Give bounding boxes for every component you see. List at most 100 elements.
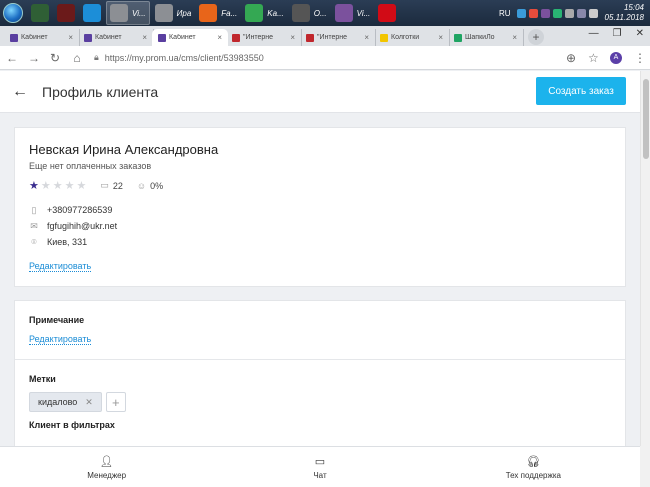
taskbar-app-icon — [245, 4, 264, 22]
tab-close-icon[interactable]: × — [217, 33, 222, 42]
client-card: Невская Ирина Александровна Еще нет опла… — [14, 127, 626, 287]
tag-label: кидалово — [38, 397, 78, 407]
edit-client-link[interactable]: Редактировать — [29, 261, 92, 272]
browser-tab[interactable]: Кабинет × — [78, 29, 154, 46]
page-title: Профиль клиента — [42, 83, 159, 100]
clock-time: 15:04 — [623, 3, 644, 12]
clock[interactable]: 15:04 05.11.2018 — [605, 3, 644, 23]
tray-app-icon[interactable] — [564, 8, 574, 18]
tab-close-icon[interactable]: × — [364, 33, 369, 42]
star-icon[interactable]: ★ — [53, 179, 63, 192]
taskbar-app[interactable]: Vi... — [332, 1, 374, 25]
back-arrow-icon[interactable]: ← — [6, 51, 18, 65]
bottom-nav-item[interactable]: 🎧︎ Тех поддержка — [473, 455, 593, 480]
start-button[interactable] — [0, 0, 26, 26]
contact-phone: ▯ +380977286539 — [29, 202, 611, 218]
client-status: Еще нет оплаченных заказов — [29, 161, 152, 171]
browser-tab[interactable]: Кабинет × — [4, 29, 80, 46]
language-indicator[interactable]: RU — [499, 9, 511, 18]
tab-close-icon[interactable]: × — [142, 33, 147, 42]
tab-close-icon[interactable]: × — [68, 33, 73, 42]
tab-close-icon[interactable]: × — [512, 33, 517, 42]
tab-favicon-icon — [10, 33, 18, 42]
page-scrollbar[interactable] — [640, 71, 650, 446]
browser-tab[interactable]: Кабинет × — [152, 29, 228, 46]
network-icon[interactable] — [576, 8, 586, 18]
scrollbar-thumb[interactable] — [643, 79, 649, 159]
bottom-navigation: 👤︎ Менеджер ▭ Чат 🎧︎ Тех поддержка — [0, 446, 640, 487]
taskbar-app[interactable]: Ира — [152, 1, 195, 25]
back-arrow-icon[interactable]: ← — [12, 83, 28, 101]
tab-favicon-icon — [306, 33, 314, 42]
person-icon: 👤︎ — [99, 455, 114, 468]
add-tag-button[interactable]: + — [105, 392, 126, 412]
reload-icon[interactable]: ↻ — [50, 51, 60, 65]
smile-icon: ☺︎ — [136, 180, 147, 191]
tab-label: ШапкиЛо — [465, 34, 495, 41]
minimize-icon[interactable]: — — [589, 28, 599, 39]
email-value: fgfugihih@ukr.net — [47, 221, 118, 231]
tab-label: "Интерне — [243, 34, 274, 41]
star-icon[interactable]: ★ — [41, 179, 51, 192]
create-order-button[interactable]: Создать заказ — [536, 77, 626, 105]
star-icon[interactable]: ★ — [77, 179, 87, 192]
browser-tab[interactable]: ШапкиЛо × — [448, 29, 524, 46]
address-bar[interactable]: 🔒︎ https://my.prom.ua/cms/client/5398355… — [94, 49, 554, 67]
taskbar-app[interactable]: Fa... — [196, 1, 240, 25]
taskbar-app[interactable] — [54, 1, 78, 25]
tags-title: Метки — [29, 374, 56, 384]
bottom-nav-item[interactable]: 👤︎ Менеджер — [47, 455, 167, 480]
tray-app-icon[interactable] — [552, 8, 562, 18]
taskbar-app[interactable]: O... — [289, 1, 330, 25]
zoom-icon[interactable]: ⊕ — [566, 51, 576, 65]
browser-tab-strip: Кабинет × Кабинет × Кабинет × "Интерне × "Интерн… — [0, 26, 650, 46]
new-tab-button[interactable]: + — [528, 29, 544, 45]
taskbar-app[interactable]: Ka... — [242, 1, 286, 25]
star-icon[interactable]: ★ — [29, 179, 39, 192]
note-title: Примечание — [29, 315, 85, 325]
maximize-icon[interactable]: ❐ — [613, 28, 622, 39]
tag-chip[interactable]: кидалово ✕ — [29, 392, 102, 412]
comments-count-value: 22 — [112, 180, 123, 191]
tab-favicon-icon — [380, 33, 388, 42]
note-section: Примечание Редактировать — [15, 301, 625, 359]
window-controls: — ❐ ✕ — [589, 28, 644, 39]
taskbar-app-icon — [378, 4, 397, 22]
taskbar-app[interactable] — [80, 1, 104, 25]
profile-avatar[interactable]: A — [610, 51, 622, 64]
windows-taskbar: Vi... Ира Fa... Ka... O... Vi... RU 15:04 05.… — [0, 0, 650, 26]
browser-menu-icon[interactable]: ⋮ — [634, 51, 646, 65]
headset-icon: 🎧︎ — [526, 455, 541, 468]
volume-icon[interactable] — [588, 8, 598, 18]
taskbar-app[interactable] — [28, 1, 52, 25]
edit-note-link[interactable]: Редактировать — [29, 334, 92, 345]
taskbar-app-icon — [291, 4, 310, 22]
clock-date: 05.11.2018 — [604, 13, 644, 22]
bookmark-star-icon[interactable]: ☆ — [588, 51, 599, 65]
email-icon: ✉︎ — [30, 220, 38, 231]
browser-tab[interactable]: Колготки × — [374, 29, 450, 46]
taskbar-app[interactable]: Vi... — [106, 1, 150, 25]
tab-label: Кабинет — [21, 34, 48, 41]
star-icon[interactable]: ★ — [65, 179, 75, 192]
taskbar-app-label: Vi... — [132, 8, 146, 18]
browser-toolbar: ← → ↻ ⌂ 🔒︎ https://my.prom.ua/cms/client… — [0, 46, 650, 70]
tab-close-icon[interactable]: × — [290, 33, 295, 42]
remove-tag-icon[interactable]: ✕ — [85, 397, 93, 408]
tray-app-icon[interactable] — [516, 8, 526, 18]
taskbar-app[interactable] — [375, 1, 399, 25]
tray-app-icon[interactable] — [528, 8, 538, 18]
bottom-nav-item[interactable]: ▭ Чат — [260, 455, 380, 480]
rating-row: ★ ★ ★ ★ ★ ▭ 22 ☺︎ 0% — [29, 179, 611, 192]
close-window-icon[interactable]: ✕ — [636, 28, 644, 39]
browser-tab[interactable]: "Интерне × — [226, 29, 302, 46]
home-icon[interactable]: ⌂ — [72, 51, 82, 65]
forward-arrow-icon[interactable]: → — [28, 51, 40, 65]
browser-tab[interactable]: "Интерне × — [300, 29, 376, 46]
taskbar-app-label: Fa... — [221, 8, 238, 18]
rating-stars[interactable]: ★ ★ ★ ★ ★ — [29, 179, 86, 192]
lock-icon[interactable]: 🔒︎ — [94, 52, 99, 63]
tags-section: Метки кидалово ✕ + Клиент в фильтрах — [15, 360, 625, 444]
tab-close-icon[interactable]: × — [438, 33, 443, 42]
tray-app-icon[interactable] — [540, 8, 550, 18]
